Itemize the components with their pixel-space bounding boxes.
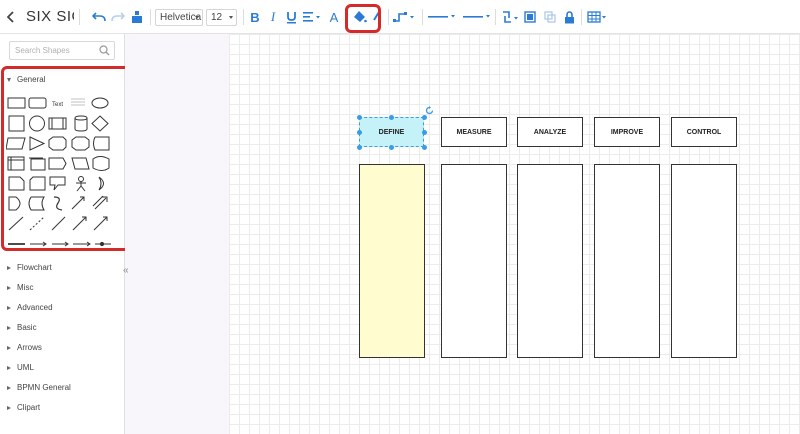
shapes-sidebar: Search Shapes General Text Flowchart Mis…	[0, 34, 135, 434]
resize-handle[interactable]	[356, 114, 362, 120]
divider	[150, 9, 151, 25]
highlight-box	[345, 4, 381, 33]
lock-icon[interactable]	[562, 0, 576, 34]
phase-column-control[interactable]	[671, 164, 737, 358]
line-style-icon[interactable]	[427, 0, 457, 34]
search-icon	[99, 45, 110, 58]
divider	[388, 9, 389, 25]
to-front-icon[interactable]	[523, 0, 537, 34]
category-label: Advanced	[17, 303, 53, 312]
sidebar-category[interactable]: Flowchart	[7, 263, 52, 272]
collapse-sidebar-icon[interactable]: «	[123, 265, 129, 276]
sidebar-category[interactable]: Clipart	[7, 403, 40, 412]
font-size-select[interactable]: 12	[206, 9, 237, 26]
phase-label: CONTROL	[686, 128, 722, 136]
category-label: Misc	[17, 283, 34, 292]
phase-header-define[interactable]: DEFINE	[359, 117, 424, 147]
category-label: BPMN General	[17, 383, 71, 392]
align-icon[interactable]	[302, 0, 322, 34]
undo-icon[interactable]	[91, 0, 107, 34]
phase-header-measure[interactable]: MEASURE	[441, 117, 507, 147]
search-input[interactable]: Search Shapes	[9, 41, 115, 60]
phase-label: IMPROVE	[610, 128, 644, 136]
category-label: Basic	[17, 323, 37, 332]
category-label: Arrows	[17, 343, 42, 352]
arrange-icon[interactable]	[500, 0, 520, 34]
diagram-canvas[interactable]: DEFINE MEASURE ANALYZE IMPROVE CONTROL	[229, 34, 800, 434]
document-title[interactable]: SIX SIG	[26, 8, 74, 25]
chevron-right-icon	[7, 325, 11, 330]
phase-header-control[interactable]: CONTROL	[671, 117, 737, 147]
sidebar-category[interactable]: BPMN General	[7, 383, 71, 392]
highlight-box	[1, 66, 135, 251]
resize-handle[interactable]	[389, 114, 394, 120]
connector-style-icon[interactable]	[392, 0, 416, 34]
phase-label: MEASURE	[456, 128, 492, 136]
format-painter-icon[interactable]	[129, 0, 145, 34]
chevron-right-icon	[7, 265, 11, 270]
phase-column-define[interactable]	[359, 164, 425, 358]
phase-header-improve[interactable]: IMPROVE	[594, 117, 660, 147]
rotate-icon[interactable]	[425, 102, 434, 120]
resize-handle[interactable]	[356, 129, 362, 135]
resize-handle[interactable]	[389, 144, 394, 150]
to-back-icon[interactable]	[543, 0, 557, 34]
sidebar-category[interactable]: Arrows	[7, 343, 42, 352]
chevron-right-icon	[7, 365, 11, 370]
toolbar: SIX SIG Helvetica 12 B I A	[0, 0, 800, 34]
resize-handle[interactable]	[356, 144, 362, 150]
phase-label: DEFINE	[378, 128, 405, 136]
chevron-right-icon	[7, 285, 11, 290]
chevron-down-icon	[195, 16, 199, 19]
search-placeholder: Search Shapes	[15, 46, 70, 55]
table-icon[interactable]	[586, 0, 608, 34]
divider	[581, 9, 582, 25]
phase-column-measure[interactable]	[441, 164, 507, 358]
redo-icon[interactable]	[110, 0, 126, 34]
bold-icon[interactable]: B	[248, 0, 262, 34]
sidebar-category[interactable]: Misc	[7, 283, 33, 292]
phase-label: ANALYZE	[533, 128, 567, 136]
resize-handle[interactable]	[421, 129, 427, 135]
phase-column-improve[interactable]	[594, 164, 660, 358]
category-label: Clipart	[17, 403, 41, 412]
divider	[79, 9, 80, 25]
line-weight-icon[interactable]	[462, 0, 492, 34]
italic-icon[interactable]: I	[266, 0, 280, 34]
font-size-value: 12	[211, 12, 223, 23]
chevron-right-icon	[7, 345, 11, 350]
font-family-select[interactable]: Helvetica	[155, 9, 203, 26]
divider	[495, 9, 496, 25]
back-icon[interactable]	[4, 0, 18, 34]
divider	[243, 9, 244, 25]
divider	[422, 9, 423, 25]
category-label: UML	[17, 363, 34, 372]
sidebar-category[interactable]: Advanced	[7, 303, 53, 312]
canvas-margin	[125, 34, 229, 434]
category-label: Flowchart	[17, 263, 52, 272]
sidebar-category[interactable]: UML	[7, 363, 34, 372]
phase-column-analyze[interactable]	[517, 164, 583, 358]
chevron-down-icon	[229, 16, 233, 19]
font-color-icon[interactable]: A	[327, 0, 341, 34]
chevron-right-icon	[7, 305, 11, 310]
sidebar-category[interactable]: Basic	[7, 323, 37, 332]
chevron-right-icon	[7, 405, 11, 410]
phase-header-analyze[interactable]: ANALYZE	[517, 117, 583, 147]
underline-icon[interactable]	[284, 0, 298, 34]
chevron-right-icon	[7, 385, 11, 390]
resize-handle[interactable]	[421, 144, 427, 150]
